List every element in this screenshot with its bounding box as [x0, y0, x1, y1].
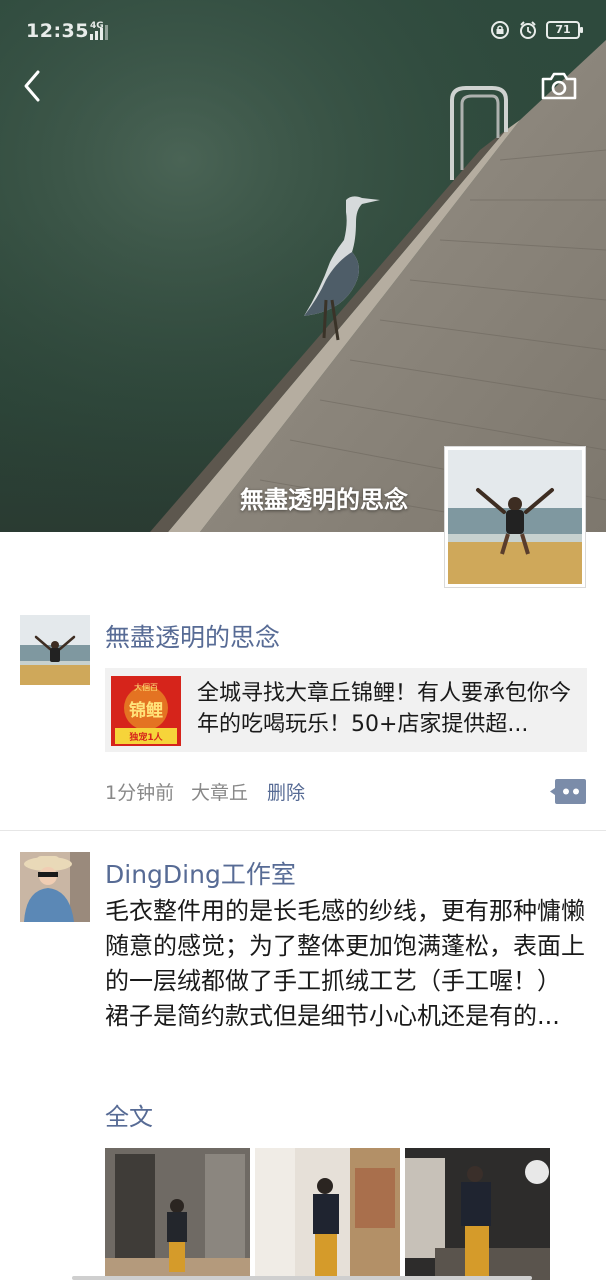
share-title: 全城寻找大章丘锦鲤！有人要承包你今年的吃喝玩乐！50+店家提供超...	[197, 681, 572, 737]
post-time: 1分钟前	[105, 782, 175, 804]
post-author-name[interactable]: DingDing工作室	[105, 855, 296, 891]
post-photo[interactable]	[405, 1148, 550, 1280]
photo-image	[255, 1148, 400, 1280]
alarm-icon	[520, 21, 536, 39]
post-location[interactable]: 大章丘	[191, 778, 248, 805]
camera-icon[interactable]	[540, 70, 578, 102]
author-avatar[interactable]	[20, 852, 90, 922]
thumb-footer: 独宠1人	[128, 731, 163, 743]
post-divider	[0, 830, 606, 831]
post-text: 毛衣整件用的是长毛感的纱线，更有那种慵懒随意的感觉；为了整体更加饱满蓬松，表面上…	[105, 897, 585, 1030]
share-thumbnail: 大個百 锦鲤 独宠1人	[111, 676, 181, 746]
battery-icon: 71	[546, 21, 583, 39]
profile-avatar[interactable]	[444, 446, 586, 588]
signal-icon	[90, 25, 108, 40]
avatar-beach-image	[20, 615, 90, 685]
delete-link[interactable]: 删除	[267, 778, 305, 805]
thumb-title: 锦鲤	[129, 700, 163, 721]
photo-image	[105, 1148, 250, 1280]
post-photo[interactable]	[255, 1148, 400, 1280]
status-bar: 12:35 4G 71	[0, 0, 606, 64]
thumb-badge: 大個百	[134, 682, 158, 692]
back-icon[interactable]	[18, 66, 48, 106]
cover-user-name: 無盡透明的思念	[240, 486, 408, 514]
author-avatar[interactable]	[20, 615, 90, 685]
full-text-link[interactable]: 全文	[105, 1097, 153, 1132]
lock-rotation-icon	[491, 21, 509, 39]
avatar-beach-image	[448, 450, 582, 584]
koi-banner-image: 大個百 锦鲤 独宠1人	[111, 676, 181, 746]
comment-more-icon[interactable]	[550, 778, 586, 805]
post-photo[interactable]	[105, 1148, 250, 1280]
status-time: 12:35	[26, 20, 89, 42]
avatar-girl-hat-image	[20, 852, 90, 922]
scrollbar[interactable]	[72, 1276, 532, 1280]
photo-image	[405, 1148, 550, 1280]
post-author-name[interactable]: 無盡透明的思念	[105, 618, 280, 654]
shared-link-card[interactable]: 大個百 锦鲤 独宠1人 全城寻找大章丘锦鲤！有人要承包你今年的吃喝玩乐！50+店…	[105, 668, 587, 752]
